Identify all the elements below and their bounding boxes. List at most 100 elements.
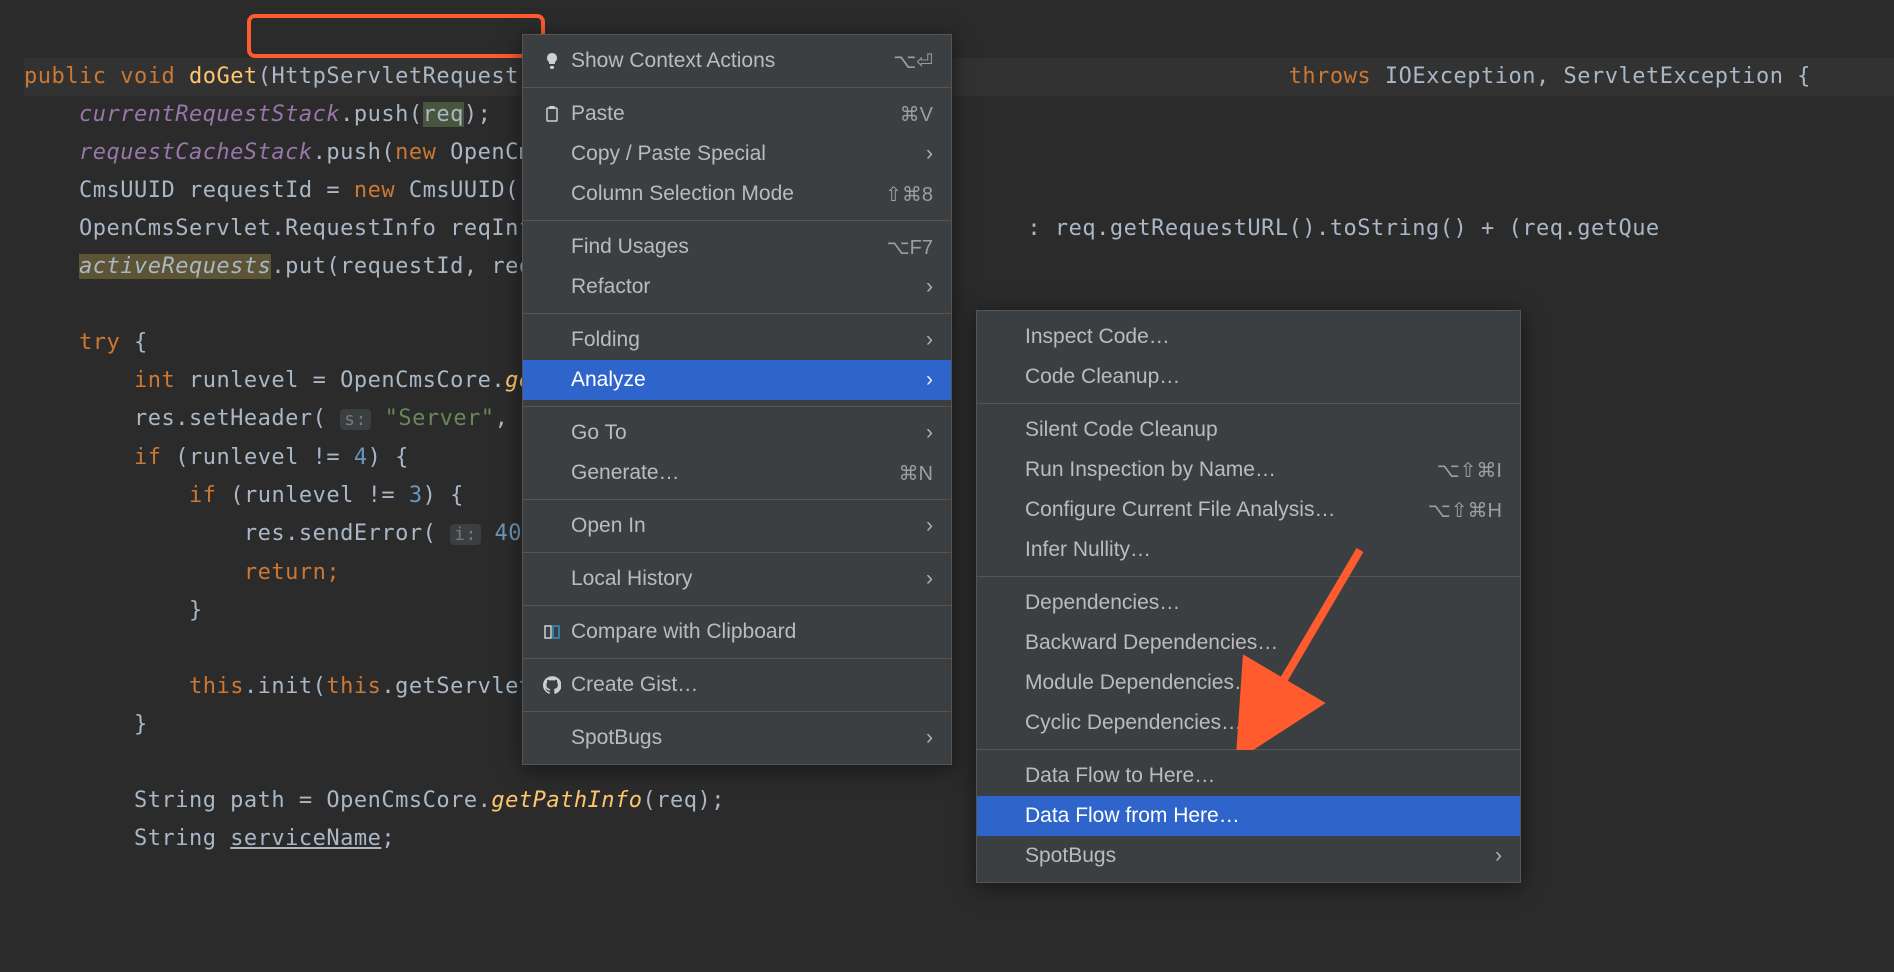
kw-try: try — [79, 330, 134, 355]
menu-item-infer-nullity[interactable]: Infer Nullity… — [977, 530, 1520, 570]
menu-separator — [523, 552, 951, 553]
kw-int: int — [134, 368, 189, 393]
menu-item-spotbugs[interactable]: SpotBugs› — [977, 836, 1520, 876]
menu-item-code-cleanup[interactable]: Code Cleanup… — [977, 357, 1520, 397]
chevron-right-icon: › — [926, 275, 933, 299]
menu-separator — [977, 749, 1520, 750]
code-text: res.sendError( — [244, 521, 450, 546]
code-text: .init( — [244, 674, 326, 699]
code-text: (runlevel != — [230, 483, 409, 508]
chevron-right-icon: › — [926, 514, 933, 538]
hl-req: req — [423, 102, 464, 127]
chevron-right-icon: › — [926, 142, 933, 166]
code-text: String — [134, 826, 230, 851]
menu-item-spotbugs[interactable]: SpotBugs› — [523, 718, 951, 758]
menu-item-configure-current-file-analysis[interactable]: Configure Current File Analysis…⌥⇧⌘H — [977, 490, 1520, 530]
menu-item-paste[interactable]: Paste⌘V — [523, 94, 951, 134]
num-literal: 3 — [409, 483, 423, 508]
field-activeRequests: activeRequests — [79, 254, 271, 279]
menu-item-label: Run Inspection by Name… — [1021, 458, 1407, 482]
menu-item-label: Silent Code Cleanup — [1021, 418, 1502, 442]
code-text: OpenCmsServlet.RequestInfo reqInfo = — [79, 216, 588, 241]
menu-item-module-dependencies[interactable]: Module Dependencies… — [977, 663, 1520, 703]
brace: } — [134, 712, 148, 737]
kw-throws: throws — [1289, 64, 1385, 89]
menu-item-label: Data Flow from Here… — [1021, 804, 1502, 828]
menu-item-refactor[interactable]: Refactor› — [523, 267, 951, 307]
menu-item-label: Cyclic Dependencies… — [1021, 711, 1502, 735]
menu-item-label: Create Gist… — [567, 673, 933, 697]
var-serviceName: serviceName — [230, 826, 381, 851]
analyze-submenu[interactable]: Inspect Code…Code Cleanup… Silent Code Cl… — [976, 310, 1521, 883]
menu-shortcut: ⌘N — [869, 461, 933, 486]
kw-public-void: public void — [24, 64, 189, 89]
code-text: .push( — [313, 140, 395, 165]
kw-this: this — [326, 674, 381, 699]
menu-item-label: Configure Current File Analysis… — [1021, 498, 1398, 522]
brace: { — [134, 330, 148, 355]
menu-item-go-to[interactable]: Go To› — [523, 413, 951, 453]
menu-item-analyze[interactable]: Analyze› — [523, 360, 951, 400]
kw-new: new — [354, 178, 409, 203]
menu-separator — [523, 406, 951, 407]
menu-item-label: Analyze — [567, 368, 926, 392]
semi: ; — [326, 560, 340, 585]
menu-item-data-flow-to-here[interactable]: Data Flow to Here… — [977, 756, 1520, 796]
menu-item-label: SpotBugs — [567, 726, 926, 750]
menu-item-folding[interactable]: Folding› — [523, 320, 951, 360]
menu-item-copy-paste-special[interactable]: Copy / Paste Special› — [523, 134, 951, 174]
code-text: (runlevel != — [175, 445, 354, 470]
code-text: ) { — [423, 483, 464, 508]
chevron-right-icon: › — [926, 421, 933, 445]
menu-item-label: Generate… — [567, 461, 869, 485]
menu-item-run-inspection-by-name[interactable]: Run Inspection by Name…⌥⇧⌘I — [977, 450, 1520, 490]
menu-item-column-selection-mode[interactable]: Column Selection Mode⇧⌘8 — [523, 174, 951, 214]
compare-icon — [537, 623, 567, 641]
menu-separator — [523, 313, 951, 314]
code-text: runlevel = OpenCmsCore. — [189, 368, 505, 393]
menu-item-local-history[interactable]: Local History› — [523, 559, 951, 599]
chevron-right-icon: › — [926, 368, 933, 392]
menu-item-label: Find Usages — [567, 235, 857, 259]
menu-item-label: Local History — [567, 567, 926, 591]
menu-item-dependencies[interactable]: Dependencies… — [977, 583, 1520, 623]
menu-separator — [523, 711, 951, 712]
menu-item-show-context-actions[interactable]: Show Context Actions⌥⏎ — [523, 41, 951, 81]
menu-item-label: Go To — [567, 421, 926, 445]
code-text: res.setHeader( — [134, 406, 340, 431]
brace: } — [189, 598, 203, 623]
menu-item-create-gist[interactable]: Create Gist… — [523, 665, 951, 705]
menu-separator — [523, 605, 951, 606]
menu-item-data-flow-from-here[interactable]: Data Flow from Here… — [977, 796, 1520, 836]
menu-shortcut: ⌘V — [870, 102, 933, 127]
menu-shortcut: ⌥F7 — [857, 235, 933, 260]
menu-item-silent-code-cleanup[interactable]: Silent Code Cleanup — [977, 410, 1520, 450]
type-HttpServletRequest: HttpServletRequest — [271, 64, 518, 89]
menu-item-backward-dependencies[interactable]: Backward Dependencies… — [977, 623, 1520, 663]
method-doGet: doGet — [189, 64, 258, 89]
menu-separator — [523, 658, 951, 659]
code-text: String path = OpenCmsCore. — [134, 788, 491, 813]
menu-item-open-in[interactable]: Open In› — [523, 506, 951, 546]
menu-item-cyclic-dependencies[interactable]: Cyclic Dependencies… — [977, 703, 1520, 743]
menu-item-label: Module Dependencies… — [1021, 671, 1502, 695]
kw-return: return — [244, 560, 326, 585]
menu-separator — [977, 576, 1520, 577]
context-menu[interactable]: Show Context Actions⌥⏎ Paste⌘VCopy / Past… — [522, 34, 952, 765]
menu-shortcut: ⌥⇧⌘H — [1398, 498, 1502, 523]
menu-shortcut: ⌥⇧⌘I — [1407, 458, 1502, 483]
menu-item-inspect-code[interactable]: Inspect Code… — [977, 317, 1520, 357]
param-hint: i: — [450, 524, 481, 545]
menu-item-compare-with-clipboard[interactable]: Compare with Clipboard — [523, 612, 951, 652]
code-text: : req.getRequestURL().toString() + (req.… — [1027, 216, 1659, 241]
menu-item-find-usages[interactable]: Find Usages⌥F7 — [523, 227, 951, 267]
menu-shortcut: ⌥⏎ — [863, 49, 933, 74]
code-text: CmsUUID requestId = — [79, 178, 354, 203]
param-hint: s: — [340, 409, 371, 430]
throws-list: IOException, ServletException { — [1385, 64, 1811, 89]
menu-item-generate[interactable]: Generate…⌘N — [523, 453, 951, 493]
code-text: ) { — [368, 445, 409, 470]
menu-shortcut: ⇧⌘8 — [855, 182, 933, 207]
paren-open: ( — [258, 64, 272, 89]
code-text: (req); — [643, 788, 725, 813]
